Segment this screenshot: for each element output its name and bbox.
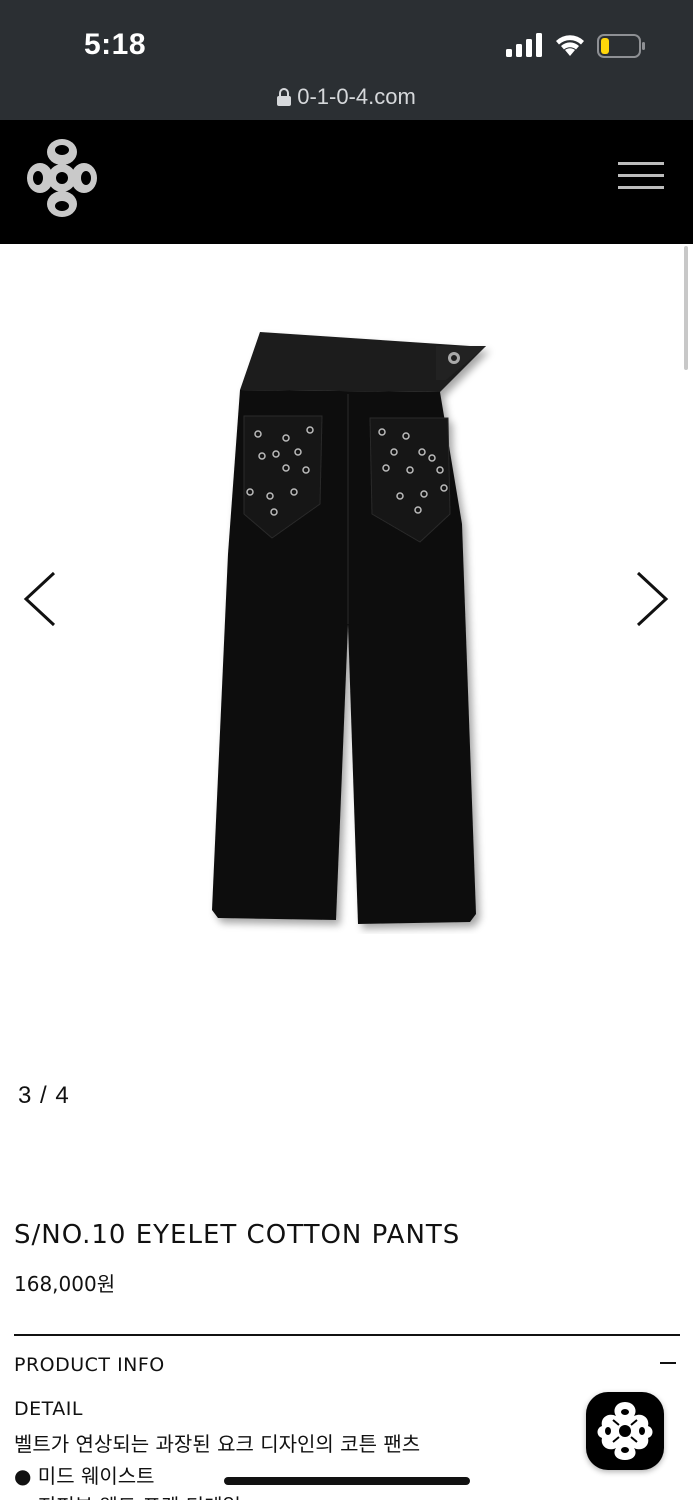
product-info-title: PRODUCT INFO: [14, 1354, 165, 1376]
chevron-left-icon[interactable]: [22, 570, 58, 628]
black-pants-image: [212, 332, 486, 924]
battery-low-icon: [597, 34, 645, 58]
scrollbar[interactable]: [684, 246, 688, 370]
brand-logo-icon[interactable]: [26, 138, 98, 218]
detail-description: 벨트가 연상되는 과장된 요크 디자인의 코튼 팬츠: [14, 1432, 421, 1456]
product-info-toggle[interactable]: PRODUCT INFO: [14, 1352, 680, 1382]
home-indicator[interactable]: [224, 1477, 470, 1485]
site-header: [0, 120, 693, 244]
status-bar: 5:18: [0, 0, 693, 78]
minus-icon: [660, 1362, 676, 1364]
gallery-counter: 3 / 4: [18, 1082, 70, 1109]
product-gallery[interactable]: [0, 244, 693, 1074]
url-text: 0-1-0-4.com: [297, 84, 416, 109]
chevron-right-icon[interactable]: [634, 570, 670, 628]
detail-label: DETAIL: [14, 1398, 83, 1420]
brand-chat-button[interactable]: [586, 1392, 664, 1470]
detail-bullet: ● 지퍼부 웨드 포켓 디테일: [14, 1490, 241, 1500]
cellular-signal-icon: [506, 33, 542, 57]
wifi-icon: [556, 35, 584, 56]
lock-icon: [277, 88, 292, 106]
brand-chat-icon: [597, 1402, 653, 1460]
product-name: S/NO.10 EYELET COTTON PANTS: [14, 1220, 461, 1250]
product-price: 168,000원: [14, 1272, 116, 1296]
detail-bullet: ● 미드 웨이스트: [14, 1464, 155, 1488]
browser-url-bar[interactable]: 0-1-0-4.com: [0, 78, 693, 120]
divider: [14, 1334, 680, 1336]
hamburger-menu-icon[interactable]: [618, 162, 664, 190]
status-time: 5:18: [84, 28, 147, 61]
